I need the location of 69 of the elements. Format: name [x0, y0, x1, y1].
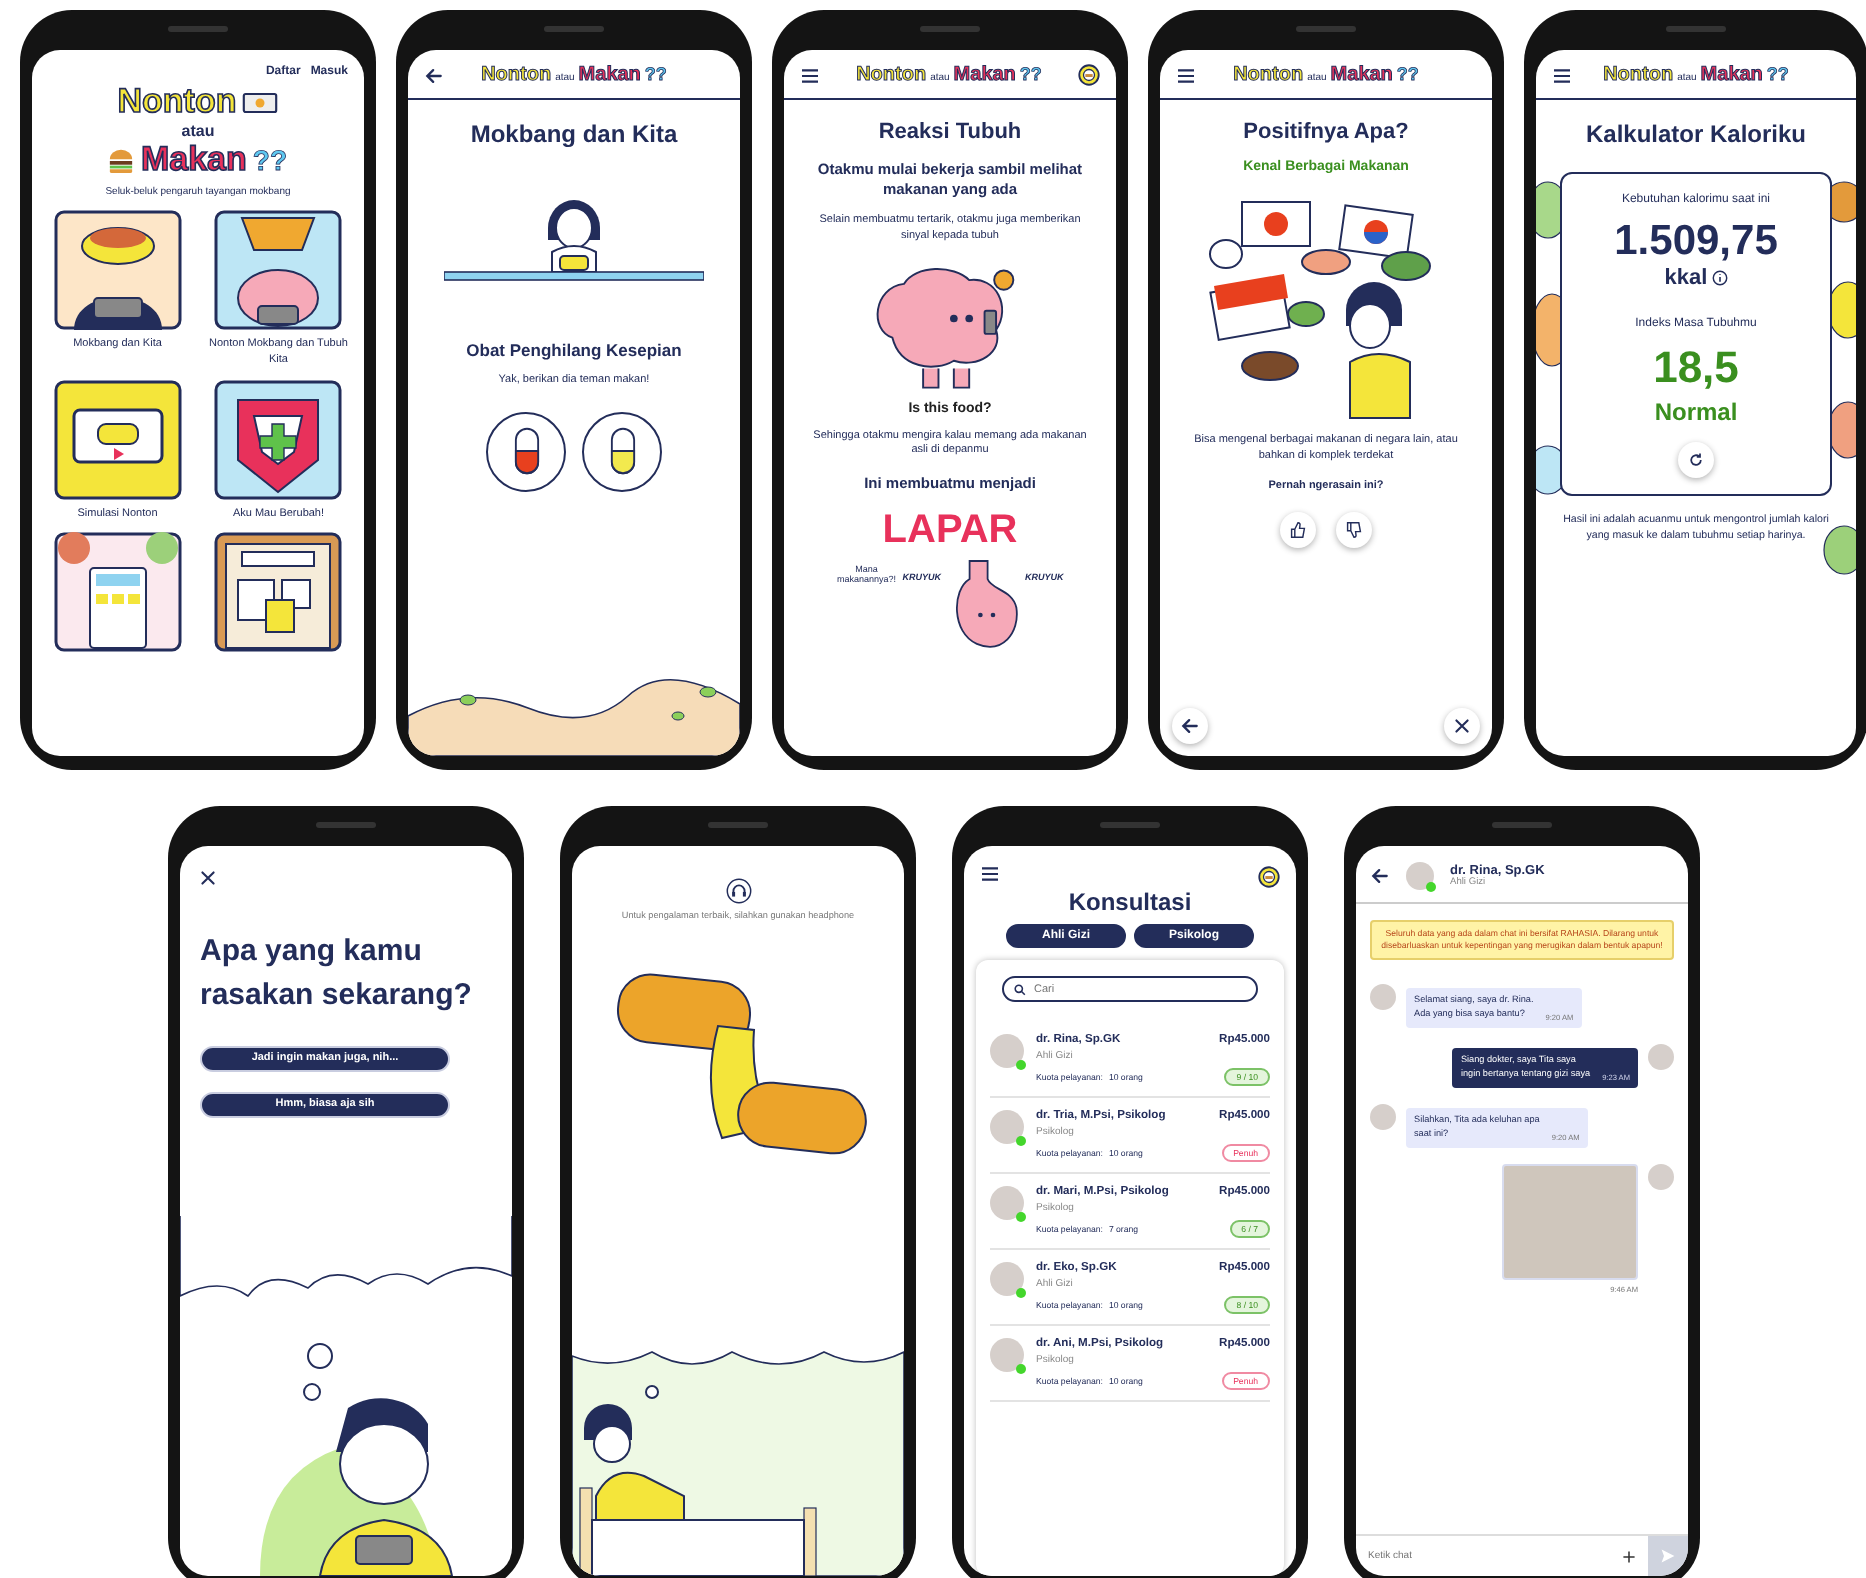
capsule-icon	[513, 426, 539, 477]
logo-question-marks: ??	[252, 144, 288, 176]
logo-word: Makan	[578, 64, 641, 86]
logo-question-marks: ??	[644, 64, 667, 84]
back-arrow-icon[interactable]	[424, 65, 444, 85]
logo-word: Nonton	[481, 64, 552, 86]
back-button[interactable]	[1172, 708, 1208, 744]
info-icon[interactable]	[1711, 270, 1728, 286]
logo-connector-word: atau	[181, 122, 215, 140]
logo-word: Nonton	[1233, 64, 1304, 86]
thumbs-up-icon	[1290, 522, 1306, 539]
photo-placeholder	[1648, 1044, 1674, 1071]
coin-icon[interactable]	[1077, 64, 1100, 86]
page-title: Positifnya Apa?	[1241, 120, 1411, 144]
bmi-value: 18,5	[1653, 342, 1739, 394]
capsule-option[interactable]	[582, 411, 662, 492]
back-arrow-icon[interactable]	[1180, 716, 1200, 736]
logo-word: Makan	[1700, 64, 1763, 86]
send-button[interactable]	[1648, 1536, 1688, 1576]
calorie-value: 1.509,75	[1614, 218, 1778, 266]
capsule-icon	[609, 426, 635, 477]
section-heading: Obat Penghilang Kesepian	[464, 340, 684, 360]
menu-icon[interactable]	[980, 866, 1000, 882]
logo-word: Makan	[953, 64, 1016, 86]
thumbs-down-button[interactable]	[1336, 512, 1372, 549]
burger-icon	[108, 147, 135, 173]
menu-icon[interactable]	[800, 67, 820, 83]
capsule-option[interactable]	[486, 411, 566, 492]
menu-icon[interactable]	[1552, 67, 1572, 83]
thumbs-up-button[interactable]	[1280, 512, 1316, 549]
logo-word: Nonton	[1603, 64, 1674, 86]
noodle-bowl-drawing	[53, 210, 182, 330]
logo-word: Nonton	[117, 82, 237, 122]
calculator-drawing	[53, 531, 182, 652]
back-arrow-icon[interactable]	[1370, 866, 1390, 886]
photo-placeholder	[1648, 1163, 1674, 1190]
headphones-icon	[725, 878, 751, 904]
thumbs-down-icon	[1346, 522, 1362, 539]
refresh-icon	[1688, 452, 1704, 468]
brain-with-phone-drawing	[214, 210, 343, 330]
menu-icon[interactable]	[1176, 67, 1196, 83]
highlight-word: LAPAR	[880, 508, 1020, 555]
calorie-unit: kkal	[1664, 266, 1708, 290]
page-title: Mokbang dan Kita	[468, 120, 680, 148]
page-title: Konsultasi	[1066, 888, 1194, 916]
notes-board-drawing	[214, 531, 343, 652]
logo-question-marks: ??	[1766, 64, 1789, 84]
photo-placeholder	[1370, 984, 1396, 1011]
question-heading: Apa yang kamu rasakan sekarang?	[200, 932, 474, 1016]
photo-placeholder	[1370, 1104, 1396, 1130]
logo-question-marks: ??	[1019, 64, 1042, 84]
hero-shield-drawing	[214, 379, 343, 499]
logo-word: Makan	[1330, 64, 1393, 86]
send-icon	[1660, 1548, 1676, 1564]
search-icon	[1014, 983, 1026, 995]
page-title: Reaksi Tubuh	[876, 120, 1024, 144]
bmi-status: Normal	[1654, 398, 1738, 426]
logo-word: Makan	[140, 140, 247, 180]
phone-game-drawing	[53, 379, 182, 499]
refresh-button[interactable]	[1678, 442, 1714, 478]
plus-icon	[1622, 1549, 1636, 1563]
logo-word: Nonton	[856, 64, 927, 86]
logo-question-marks: ??	[1396, 64, 1419, 84]
close-icon[interactable]	[1454, 718, 1470, 734]
coin-icon[interactable]	[1258, 866, 1280, 888]
close-button[interactable]	[1444, 708, 1480, 744]
close-icon[interactable]	[200, 870, 216, 886]
page-title: Kalkulator Kaloriku	[1583, 120, 1809, 148]
ticket-icon	[242, 91, 279, 113]
